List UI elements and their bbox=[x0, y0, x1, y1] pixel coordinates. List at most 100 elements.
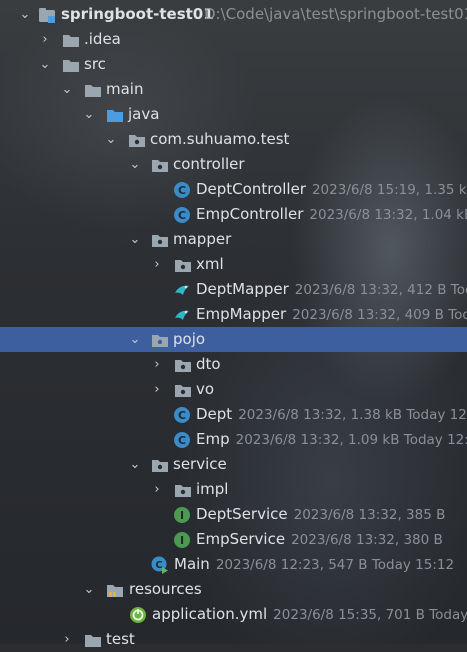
svg-text:C: C bbox=[178, 209, 186, 222]
svg-text:C: C bbox=[178, 409, 186, 422]
tree-item-label: EmpMapper2023/6/8 13:32, 409 B Today bbox=[196, 302, 467, 327]
tree-item-label: Emp 2023/6/8 13:32, 1.09 kB Today 12:30 bbox=[196, 427, 467, 452]
tree-item-label: Main 2023/6/8 12:23, 547 B Today 15:12 bbox=[174, 555, 455, 573]
source-folder-icon bbox=[106, 106, 124, 124]
tree-row-dto[interactable]: › dto bbox=[0, 352, 467, 377]
interface-icon: I bbox=[173, 531, 191, 549]
root-module-path: D:\Code\java\test\springboot-test01 bbox=[204, 5, 467, 23]
file-meta: 2023/6/8 13:32, 380 B bbox=[291, 532, 443, 548]
chevron-down-icon[interactable]: ⌄ bbox=[18, 2, 32, 27]
mybatis-mapper-icon bbox=[173, 281, 191, 299]
tree-item-label: DeptController 2023/6/8 15:19, 1.35 kB bbox=[196, 177, 467, 202]
tree-row-mapper[interactable]: ⌄ mapper bbox=[0, 227, 467, 252]
main-class-icon: C bbox=[151, 556, 169, 574]
chevron-right-icon[interactable]: › bbox=[38, 27, 52, 52]
tree-item-label: DeptService 2023/6/8 13:32, 385 B bbox=[196, 505, 446, 523]
tree-row-package-root[interactable]: ⌄ com.suhuamo.test bbox=[0, 127, 467, 152]
tree-row-pojo[interactable]: ⌄ pojo bbox=[0, 327, 467, 352]
class-icon: C bbox=[173, 431, 191, 449]
tree-item-label: mapper bbox=[173, 230, 232, 248]
file-meta: 2023/6/8 13:32, 409 B Today bbox=[292, 307, 467, 323]
tree-row-resources[interactable]: ⌄ resources bbox=[0, 577, 467, 602]
tree-row-root[interactable]: ⌄ springboot-test01 D:\Code\java\test\sp… bbox=[0, 2, 467, 27]
file-meta: 2023/6/8 13:32, 1.09 kB Today 12:30 bbox=[235, 432, 467, 448]
file-meta: 2023/6/8 13:32, 1.04 kB bbox=[309, 207, 467, 223]
folder-icon bbox=[62, 31, 80, 49]
chevron-right-icon[interactable]: › bbox=[150, 477, 164, 502]
tree-item-label: .idea bbox=[84, 30, 121, 48]
tree-row-vo[interactable]: › vo bbox=[0, 377, 467, 402]
chevron-down-icon[interactable]: ⌄ bbox=[104, 127, 118, 152]
chevron-down-icon[interactable]: ⌄ bbox=[128, 152, 142, 177]
chevron-right-icon[interactable]: › bbox=[60, 627, 74, 652]
tree-row-main-class[interactable]: C Main 2023/6/8 12:23, 547 B Today 15:12 bbox=[0, 552, 467, 577]
svg-text:I: I bbox=[180, 509, 184, 522]
tree-item-label: main bbox=[106, 80, 144, 98]
file-meta: 2023/6/8 13:32, 385 B bbox=[293, 507, 446, 523]
tree-row-deptcontroller[interactable]: C DeptController 2023/6/8 15:19, 1.35 kB bbox=[0, 177, 467, 202]
tree-row-service[interactable]: ⌄ service bbox=[0, 452, 467, 477]
svg-text:C: C bbox=[155, 560, 162, 571]
tree-row-src[interactable]: ⌄ src bbox=[0, 52, 467, 77]
interface-icon: I bbox=[173, 506, 191, 524]
chevron-down-icon[interactable]: ⌄ bbox=[128, 452, 142, 477]
chevron-down-icon[interactable]: ⌄ bbox=[82, 577, 96, 602]
package-icon bbox=[174, 256, 192, 274]
package-icon bbox=[174, 356, 192, 374]
tree-item-label: xml bbox=[196, 255, 224, 273]
tree-row-dept[interactable]: C Dept 2023/6/8 13:32, 1.38 kB Today 12:4… bbox=[0, 402, 467, 427]
tree-item-label: com.suhuamo.test bbox=[150, 130, 290, 148]
tree-item-label: src bbox=[84, 55, 106, 73]
chevron-down-icon[interactable]: ⌄ bbox=[38, 52, 52, 77]
resources-folder-icon bbox=[106, 581, 124, 599]
folder-icon bbox=[62, 56, 80, 74]
package-icon bbox=[151, 231, 169, 249]
package-icon bbox=[174, 381, 192, 399]
package-icon bbox=[128, 131, 146, 149]
mybatis-mapper-icon bbox=[173, 306, 191, 324]
folder-icon bbox=[84, 81, 102, 99]
class-icon: C bbox=[173, 181, 191, 199]
tree-row-idea[interactable]: › .idea bbox=[0, 27, 467, 52]
chevron-down-icon[interactable]: ⌄ bbox=[128, 327, 142, 352]
svg-text:C: C bbox=[178, 184, 186, 197]
package-icon bbox=[174, 481, 192, 499]
tree-row-emp[interactable]: C Emp 2023/6/8 13:32, 1.09 kB Today 12:30 bbox=[0, 427, 467, 452]
tree-row-empcontroller[interactable]: C EmpController 2023/6/8 13:32, 1.04 kB bbox=[0, 202, 467, 227]
chevron-down-icon[interactable]: ⌄ bbox=[60, 77, 74, 102]
package-icon bbox=[151, 331, 169, 349]
tree-item-label: EmpController 2023/6/8 13:32, 1.04 kB bbox=[196, 202, 467, 227]
tree-row-empservice[interactable]: I EmpService 2023/6/8 13:32, 380 B bbox=[0, 527, 467, 552]
tree-row-java[interactable]: ⌄ java bbox=[0, 102, 467, 127]
file-meta: 2023/6/8 15:19, 1.35 kB bbox=[311, 182, 467, 198]
tree-row-deptservice[interactable]: I DeptService 2023/6/8 13:32, 385 B bbox=[0, 502, 467, 527]
tree-row-empmapper[interactable]: EmpMapper2023/6/8 13:32, 409 B Today bbox=[0, 302, 467, 327]
svg-text:C: C bbox=[178, 434, 186, 447]
folder-icon bbox=[84, 631, 102, 649]
tree-row-controller[interactable]: ⌄ controller bbox=[0, 152, 467, 177]
chevron-right-icon[interactable]: › bbox=[150, 352, 164, 377]
tree-row-deptmapper[interactable]: DeptMapper2023/6/8 13:32, 412 B Today bbox=[0, 277, 467, 302]
tree-item-label: application.yml 2023/6/8 15:35, 701 B Tod… bbox=[152, 602, 467, 627]
chevron-right-icon[interactable]: › bbox=[150, 252, 164, 277]
spring-config-icon bbox=[129, 606, 147, 624]
tree-item-label: service bbox=[173, 455, 227, 473]
file-meta: 2023/6/8 15:35, 701 B Today 1 bbox=[273, 607, 467, 623]
file-meta: 2023/6/8 13:32, 412 B Today bbox=[294, 282, 467, 298]
module-icon bbox=[38, 6, 56, 24]
file-meta: 2023/6/8 13:32, 1.38 kB Today 12:42 bbox=[238, 407, 467, 423]
tree-item-label: dto bbox=[196, 355, 221, 373]
chevron-down-icon[interactable]: ⌄ bbox=[128, 227, 142, 252]
tree-item-label: test bbox=[106, 630, 135, 648]
tree-item-label: java bbox=[128, 105, 160, 123]
tree-row-test[interactable]: › test bbox=[0, 627, 467, 652]
tree-item-label: pojo bbox=[173, 330, 206, 348]
tree-row-application-yml[interactable]: application.yml 2023/6/8 15:35, 701 B Tod… bbox=[0, 602, 467, 627]
tree-item-label: resources bbox=[129, 580, 202, 598]
tree-row-impl[interactable]: › impl bbox=[0, 477, 467, 502]
tree-item-label: controller bbox=[173, 155, 245, 173]
chevron-right-icon[interactable]: › bbox=[150, 377, 164, 402]
chevron-down-icon[interactable]: ⌄ bbox=[82, 102, 96, 127]
tree-row-main-folder[interactable]: ⌄ main bbox=[0, 77, 467, 102]
tree-row-xml[interactable]: › xml bbox=[0, 252, 467, 277]
